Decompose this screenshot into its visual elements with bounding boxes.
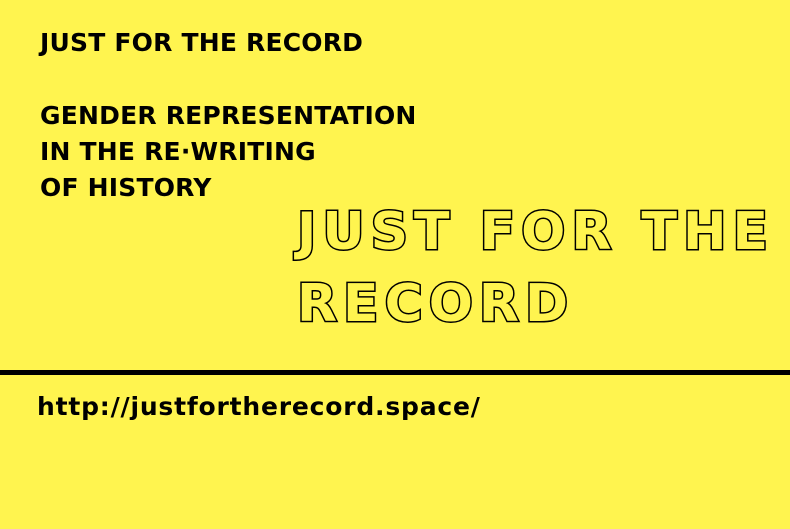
logo-line-1: JUST FOR THE: [296, 201, 774, 264]
outlined-logo-title: JUST FOR THE RECORD: [296, 196, 774, 340]
subtitle-line-1: GENDER REPRESENTATION: [40, 101, 417, 130]
page-title: JUST FOR THE RECORD: [40, 28, 364, 57]
logo-line-2: RECORD: [296, 273, 575, 336]
website-url: http://justfortherecord.space/: [37, 392, 481, 421]
subtitle-line-2: IN THE RE·WRITING: [40, 137, 316, 166]
subtitle: GENDER REPRESENTATION IN THE RE·WRITING …: [40, 98, 417, 206]
horizontal-divider: [0, 370, 790, 375]
